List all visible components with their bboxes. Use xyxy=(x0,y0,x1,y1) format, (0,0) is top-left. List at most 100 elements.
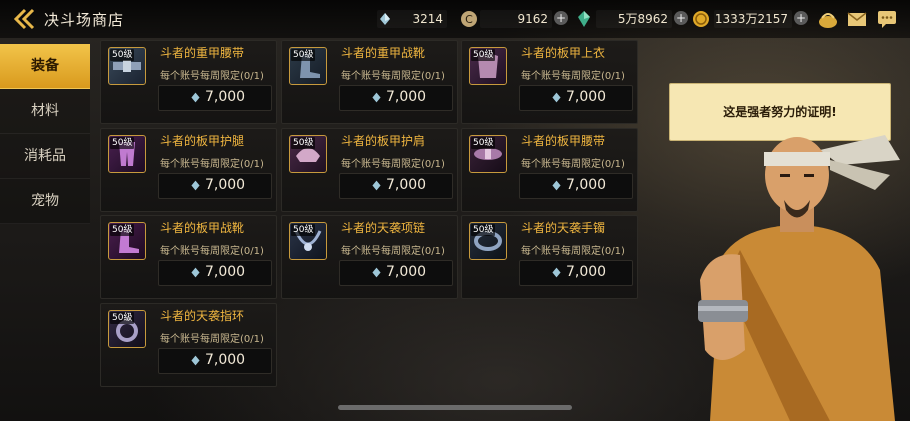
npc-fighter-portrait xyxy=(698,135,900,421)
currency-value: 5万8962 xyxy=(596,10,672,28)
price-value: 7,000 xyxy=(566,177,607,193)
gem-shard-icon xyxy=(372,180,381,191)
gem-shard-icon xyxy=(552,92,561,103)
tab-equipment[interactable]: 装备 xyxy=(0,44,90,89)
price-value: 7,000 xyxy=(386,264,427,280)
shop-item-card[interactable]: 50级 斗者的天袭手镯 每个账号每周限定(0/1) 7,000 xyxy=(461,215,638,299)
mail-icon xyxy=(847,12,867,26)
price-value: 7,000 xyxy=(205,177,246,193)
gem-shard-icon xyxy=(191,355,200,366)
level-badge: 50级 xyxy=(110,312,135,324)
buy-button[interactable]: 7,000 xyxy=(339,173,453,199)
add-gold-button[interactable]: + xyxy=(794,11,808,25)
shop-item-card[interactable]: 50级 斗者的板甲护肩 每个账号每周限定(0/1) 7,000 xyxy=(281,128,458,212)
belt-icon: 50级 xyxy=(108,47,146,85)
item-name: 斗者的板甲腰带 xyxy=(521,134,606,148)
shop-item-card[interactable]: 50级 斗者的天袭指环 每个账号每周限定(0/1) 7,000 xyxy=(100,303,277,387)
item-limit: 每个账号每周限定(0/1) xyxy=(160,159,264,170)
belt-icon: 50级 xyxy=(469,135,507,173)
price-value: 7,000 xyxy=(566,89,607,105)
shop-item-card[interactable]: 50级 斗者的板甲战靴 每个账号每周限定(0/1) 7,000 xyxy=(100,215,277,299)
gem-shard-icon xyxy=(191,267,200,278)
shop-item-card[interactable]: 50级 斗者的板甲腰带 每个账号每周限定(0/1) 7,000 xyxy=(461,128,638,212)
item-name: 斗者的重甲战靴 xyxy=(341,46,426,60)
tab-pets[interactable]: 宠物 xyxy=(0,179,90,224)
currency-value: 3214 xyxy=(377,10,447,28)
item-limit: 每个账号每周限定(0/1) xyxy=(341,159,445,170)
bag-button[interactable] xyxy=(817,8,839,30)
necklace-icon: 50级 xyxy=(289,222,327,260)
tab-materials[interactable]: 材料 xyxy=(0,89,90,134)
bag-icon xyxy=(819,13,837,28)
price-value: 7,000 xyxy=(205,352,246,368)
buy-button[interactable]: 7,000 xyxy=(158,348,272,374)
green-crystal-icon xyxy=(578,11,590,27)
item-limit: 每个账号每周限定(0/1) xyxy=(521,159,625,170)
level-badge: 50级 xyxy=(291,137,316,149)
add-crystal-button[interactable]: + xyxy=(674,11,688,25)
level-badge: 50级 xyxy=(110,224,135,236)
level-badge: 50级 xyxy=(291,49,316,61)
mail-button[interactable] xyxy=(846,8,868,30)
gem-shard-icon xyxy=(372,92,381,103)
price-value: 7,000 xyxy=(566,264,607,280)
item-limit: 每个账号每周限定(0/1) xyxy=(160,71,264,82)
bracelet-icon: 50级 xyxy=(469,222,507,260)
tab-consumables[interactable]: 消耗品 xyxy=(0,134,90,179)
level-badge: 50级 xyxy=(471,224,496,236)
ring-icon: 50级 xyxy=(108,310,146,348)
item-limit: 每个账号每周限定(0/1) xyxy=(341,246,445,257)
gem-shard-icon xyxy=(552,180,561,191)
level-badge: 50级 xyxy=(110,137,135,149)
item-name: 斗者的重甲腰带 xyxy=(160,46,245,60)
price-value: 7,000 xyxy=(205,264,246,280)
gem-shard-icon xyxy=(372,267,381,278)
buy-button[interactable]: 7,000 xyxy=(158,260,272,286)
level-badge: 50级 xyxy=(110,49,135,61)
shop-item-card[interactable]: 50级 斗者的板甲护腿 每个账号每周限定(0/1) 7,000 xyxy=(100,128,277,212)
shop-item-card[interactable]: 50级 斗者的重甲战靴 每个账号每周限定(0/1) 7,000 xyxy=(281,40,458,124)
gem-shard-icon xyxy=(552,267,561,278)
svg-text:C: C xyxy=(465,13,473,26)
item-limit: 每个账号每周限定(0/1) xyxy=(521,71,625,82)
horizontal-scrollbar[interactable] xyxy=(338,405,572,410)
chest-armor-icon: 50级 xyxy=(469,47,507,85)
buy-button[interactable]: 7,000 xyxy=(339,260,453,286)
back-button[interactable] xyxy=(12,7,38,31)
item-name: 斗者的板甲战靴 xyxy=(160,221,245,235)
item-name: 斗者的板甲上衣 xyxy=(521,46,606,60)
add-coin-button[interactable]: + xyxy=(554,11,568,25)
item-limit: 每个账号每周限定(0/1) xyxy=(341,71,445,82)
page-title: 决斗场商店 xyxy=(44,11,125,29)
buy-button[interactable]: 7,000 xyxy=(158,85,272,111)
shop-item-card[interactable]: 50级 斗者的天袭项链 每个账号每周限定(0/1) 7,000 xyxy=(281,215,458,299)
price-value: 7,000 xyxy=(205,89,246,105)
item-name: 斗者的天袭指环 xyxy=(160,309,245,323)
level-badge: 50级 xyxy=(471,49,496,61)
leg-armor-icon: 50级 xyxy=(108,135,146,173)
chat-button[interactable] xyxy=(876,8,898,30)
item-name: 斗者的天袭项链 xyxy=(341,221,426,235)
currency-value: 1333万2157 xyxy=(714,10,792,28)
shop-item-card[interactable]: 50级 斗者的板甲上衣 每个账号每周限定(0/1) 7,000 xyxy=(461,40,638,124)
boots-icon: 50级 xyxy=(289,47,327,85)
item-limit: 每个账号每周限定(0/1) xyxy=(160,246,264,257)
buy-button[interactable]: 7,000 xyxy=(158,173,272,199)
gem-shard-icon xyxy=(191,92,200,103)
item-name: 斗者的板甲护肩 xyxy=(341,134,426,148)
price-value: 7,000 xyxy=(386,89,427,105)
gold-coin-icon xyxy=(693,11,709,27)
price-value: 7,000 xyxy=(386,177,427,193)
back-arrow-icon xyxy=(13,8,35,30)
gem-shard-icon xyxy=(191,180,200,191)
buy-button[interactable]: 7,000 xyxy=(339,85,453,111)
buy-button[interactable]: 7,000 xyxy=(519,173,633,199)
shop-item-card[interactable]: 50级 斗者的重甲腰带 每个账号每周限定(0/1) 7,000 xyxy=(100,40,277,124)
buy-button[interactable]: 7,000 xyxy=(519,260,633,286)
currency-value: 9162 xyxy=(480,10,552,28)
item-limit: 每个账号每周限定(0/1) xyxy=(160,334,264,345)
top-bar: 决斗场商店 3214 C 9162 + 5万8962 + 1333万2157 + xyxy=(0,0,910,38)
buy-button[interactable]: 7,000 xyxy=(519,85,633,111)
chat-icon xyxy=(878,11,896,28)
item-name: 斗者的天袭手镯 xyxy=(521,221,606,235)
